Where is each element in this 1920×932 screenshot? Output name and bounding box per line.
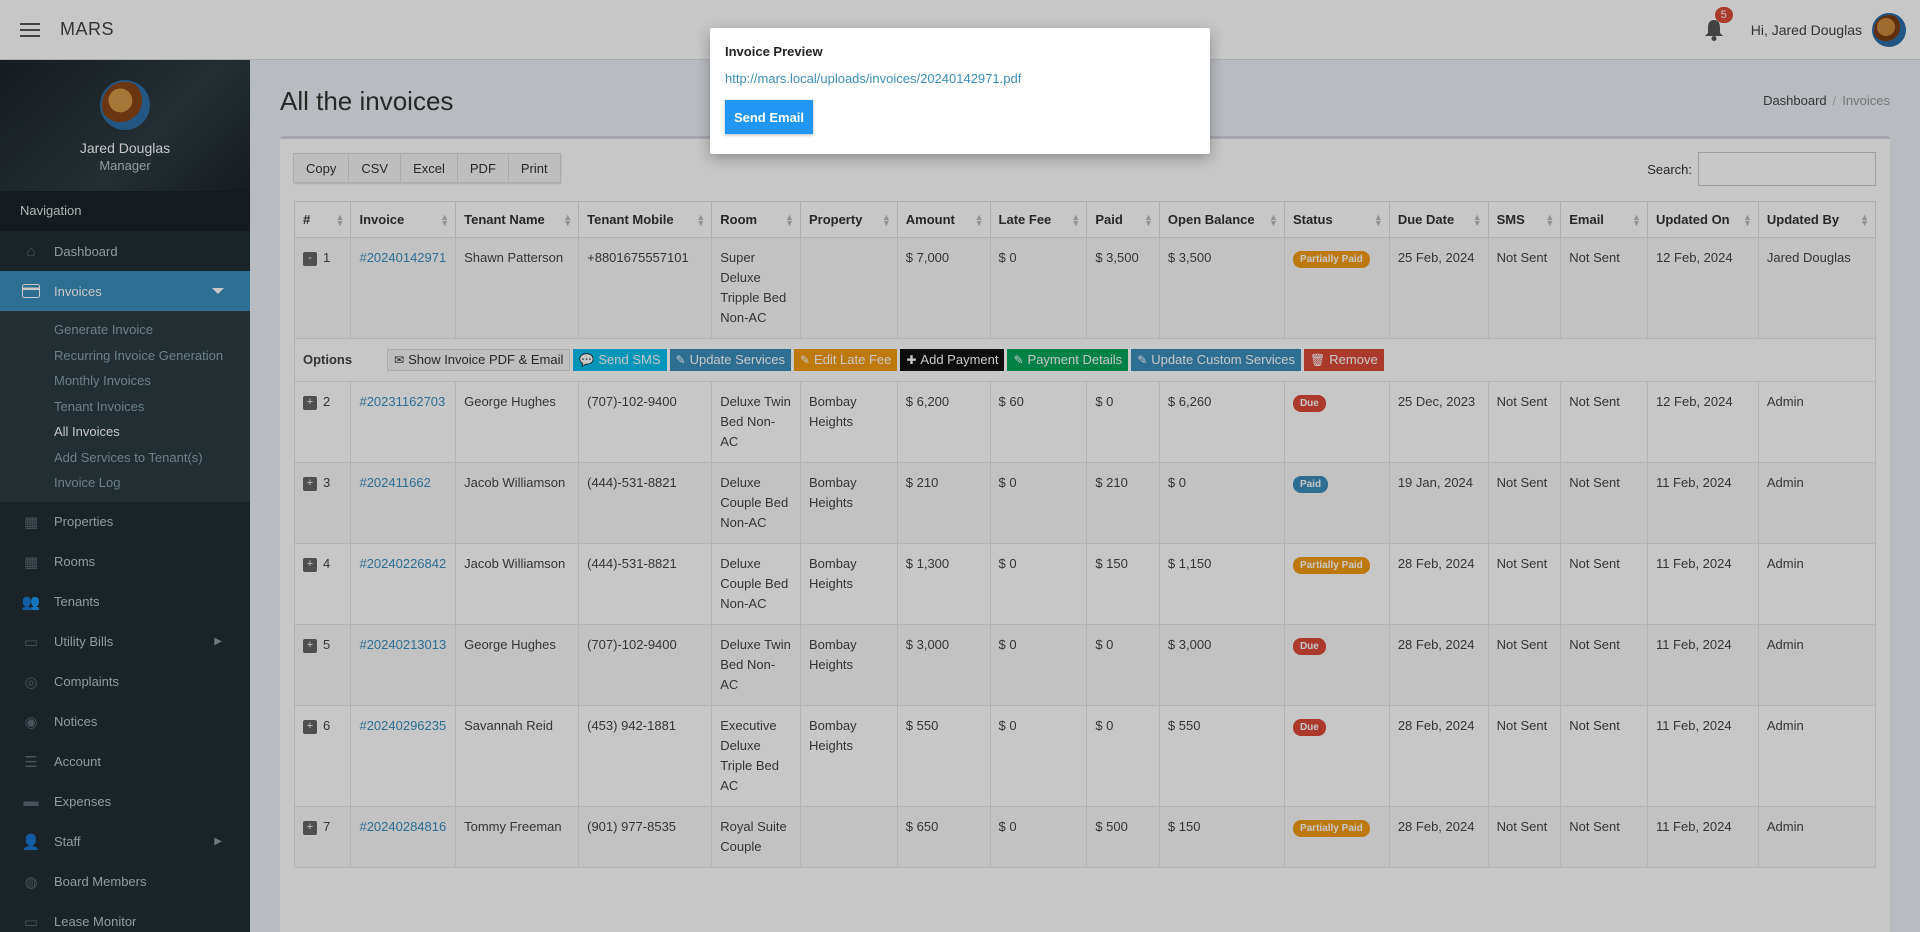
modal-backdrop[interactable]: Invoice Preview http://mars.local/upload… (0, 0, 1920, 932)
send-email-button[interactable]: Send Email (725, 100, 813, 134)
invoice-preview-modal: Invoice Preview http://mars.local/upload… (710, 28, 1210, 154)
modal-title: Invoice Preview (725, 44, 823, 59)
invoice-pdf-link[interactable]: http://mars.local/uploads/invoices/20240… (725, 71, 1195, 86)
